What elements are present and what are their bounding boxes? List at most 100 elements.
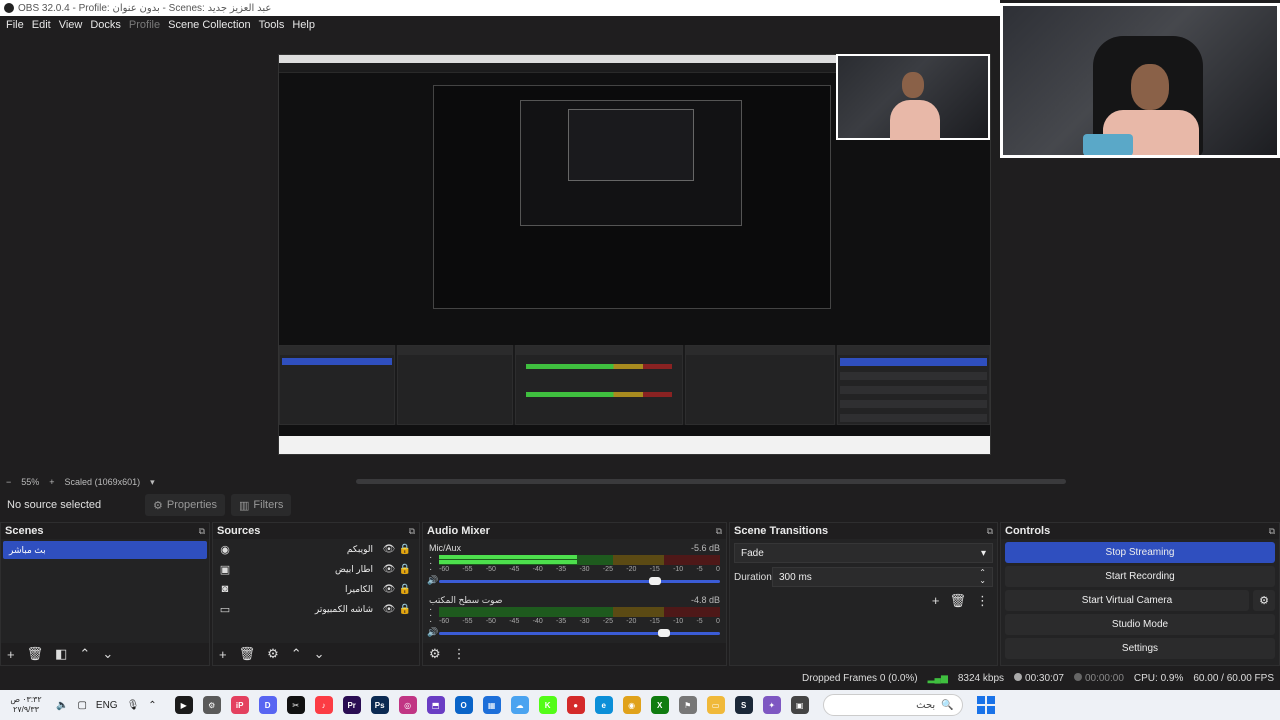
speaker-icon[interactable]: 🔈: [56, 700, 68, 711]
transition-menu-icon[interactable]: ⋮: [976, 593, 989, 609]
taskbar-clock[interactable]: ٠٣:٣٢ ص ٢٧/٩/٣٣: [4, 695, 48, 715]
language-indicator[interactable]: ENG: [96, 700, 118, 711]
network-icon[interactable]: ▢: [77, 700, 86, 711]
filters-button[interactable]: ▥ Filters: [231, 494, 292, 516]
app-blue-icon[interactable]: ▦: [482, 696, 501, 714]
photoshop-icon[interactable]: Ps: [370, 696, 389, 714]
virtual-camera-settings-icon[interactable]: ⚙: [1253, 590, 1275, 611]
itunes-icon[interactable]: ♪: [314, 696, 333, 714]
menu-profile[interactable]: Profile: [127, 19, 166, 31]
add-source-icon[interactable]: +: [219, 647, 227, 662]
popout-icon[interactable]: ⧉: [716, 526, 722, 537]
popout-icon[interactable]: ⧉: [199, 526, 205, 537]
move-down-icon[interactable]: ⌄: [314, 646, 325, 662]
xbox-icon[interactable]: X: [650, 696, 669, 714]
volume-slider-knob[interactable]: [657, 629, 670, 637]
volume-slider[interactable]: [439, 577, 720, 585]
properties-button[interactable]: ⚙ Properties: [145, 494, 226, 516]
copilot-icon[interactable]: ✦: [762, 696, 781, 714]
preview-area[interactable]: [0, 34, 1000, 474]
channel-menu-icon[interactable]: · · ·: [429, 605, 432, 627]
source-item[interactable]: ◉ الويبكم 👁 🔒: [213, 539, 419, 559]
edge-icon[interactable]: e: [594, 696, 613, 714]
speaker-icon[interactable]: 🔊: [427, 575, 438, 586]
menu-tools[interactable]: Tools: [257, 19, 291, 31]
visibility-eye-icon[interactable]: 👁: [381, 604, 397, 615]
obs-icon[interactable]: ▶: [174, 696, 193, 714]
menu-help[interactable]: Help: [290, 19, 321, 31]
settings-icon[interactable]: ⚙: [202, 696, 221, 714]
channel-menu-icon[interactable]: · · ·: [429, 553, 432, 575]
stop-streaming-button[interactable]: Stop Streaming: [1005, 542, 1275, 563]
lock-icon[interactable]: 🔒: [397, 604, 413, 615]
meter-tick-label: -30: [579, 618, 590, 625]
zoom-in-button[interactable]: +: [49, 477, 54, 487]
visibility-eye-icon[interactable]: 👁: [381, 584, 397, 595]
chrome-icon[interactable]: ◉: [622, 696, 641, 714]
source-properties-icon[interactable]: ⚙: [267, 646, 279, 662]
add-scene-icon[interactable]: +: [7, 647, 15, 662]
speaker-icon[interactable]: 🔊: [427, 627, 438, 638]
popout-icon[interactable]: ⧉: [409, 526, 415, 537]
menu-scene-collection[interactable]: Scene Collection: [166, 19, 257, 31]
source-item[interactable]: ◙ الكاميرا 👁 🔒: [213, 579, 419, 599]
premiere-icon[interactable]: Pr: [342, 696, 361, 714]
add-transition-icon[interactable]: +: [932, 593, 940, 609]
instagram-icon[interactable]: ◎: [398, 696, 417, 714]
remove-source-icon[interactable]: 🗑: [239, 646, 256, 662]
move-down-icon[interactable]: ⌄: [102, 646, 113, 662]
microphone-icon[interactable]: 🎙: [127, 700, 140, 711]
volume-slider-knob[interactable]: [649, 577, 662, 585]
zoom-dropdown-icon[interactable]: ▾: [150, 477, 155, 488]
menu-docks[interactable]: Docks: [88, 19, 127, 31]
lock-icon[interactable]: 🔒: [397, 564, 413, 575]
windows-start-icon[interactable]: [976, 696, 995, 714]
menu-edit[interactable]: Edit: [30, 19, 57, 31]
chevron-up-icon[interactable]: ⌃: [148, 700, 156, 711]
studio-mode-button[interactable]: Studio Mode: [1005, 614, 1275, 635]
cloud-icon[interactable]: ☁: [510, 696, 529, 714]
lock-icon[interactable]: 🔒: [397, 544, 413, 555]
scenes-toolbar: + 🗑 ◧ ⌃ ⌄: [1, 643, 209, 665]
capcut-icon[interactable]: ✂: [286, 696, 305, 714]
zoom-out-button[interactable]: −: [6, 477, 11, 487]
taskbar-search[interactable]: بحث 🔍: [822, 694, 963, 716]
scene-filters-icon[interactable]: ◧: [55, 646, 67, 662]
menu-view[interactable]: View: [57, 19, 89, 31]
settings-button[interactable]: Settings: [1005, 638, 1275, 659]
start-virtual-camera-button[interactable]: Start Virtual Camera: [1005, 590, 1249, 611]
files-icon[interactable]: ▭: [706, 696, 725, 714]
remove-transition-icon[interactable]: 🗑: [949, 593, 966, 609]
kick-icon[interactable]: K: [538, 696, 557, 714]
app-red-icon[interactable]: ●: [566, 696, 585, 714]
scene-transitions-dock: Scene Transitions ⧉ Fade ▾ Duration 300 …: [729, 522, 998, 666]
app-purple-icon[interactable]: ⬒: [426, 696, 445, 714]
lock-icon[interactable]: 🔒: [397, 584, 413, 595]
app-dark-icon[interactable]: ▣: [790, 696, 809, 714]
start-recording-button[interactable]: Start Recording: [1005, 566, 1275, 587]
transition-select[interactable]: Fade ▾: [734, 543, 993, 563]
app-gray-icon[interactable]: ⚑: [678, 696, 697, 714]
remove-scene-icon[interactable]: 🗑: [27, 646, 44, 662]
outlook-icon[interactable]: O: [454, 696, 473, 714]
app-pink-icon[interactable]: iP: [230, 696, 249, 714]
mixer-menu-icon[interactable]: ⋮: [453, 646, 466, 662]
record-time: 00:00:00: [1084, 672, 1124, 684]
move-up-icon[interactable]: ⌃: [291, 646, 302, 662]
menu-file[interactable]: File: [4, 19, 30, 31]
preview-scrollbar[interactable]: [356, 479, 1066, 484]
popout-icon[interactable]: ⧉: [987, 526, 993, 537]
discord-icon[interactable]: D: [258, 696, 277, 714]
scene-item[interactable]: بث مباشر: [3, 541, 207, 559]
source-item[interactable]: ▣ اطار ابيض 👁 🔒: [213, 559, 419, 579]
advanced-audio-icon[interactable]: ⚙: [429, 646, 441, 662]
spin-arrows-icon[interactable]: ⌃ ⌄: [979, 569, 986, 585]
volume-slider[interactable]: [439, 629, 720, 637]
steam-icon[interactable]: S: [734, 696, 753, 714]
source-item[interactable]: ▭ شاشه الكمبيوتر 👁 🔒: [213, 599, 419, 619]
visibility-eye-icon[interactable]: 👁: [381, 564, 397, 575]
move-up-icon[interactable]: ⌃: [79, 646, 90, 662]
visibility-eye-icon[interactable]: 👁: [381, 544, 397, 555]
popout-icon[interactable]: ⧉: [1269, 526, 1275, 537]
duration-spinbox[interactable]: 300 ms ⌃ ⌄: [772, 567, 993, 587]
